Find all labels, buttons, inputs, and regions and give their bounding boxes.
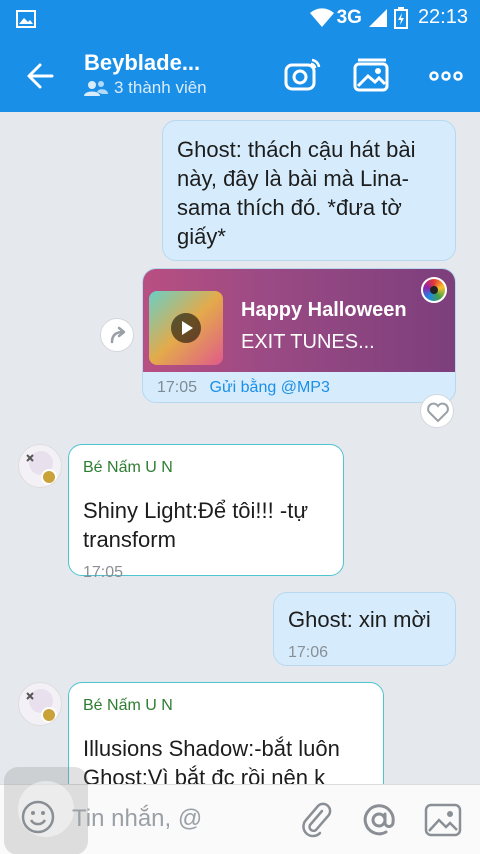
sender-name[interactable]: Bé Nấm U N xyxy=(83,453,329,482)
battery-icon xyxy=(393,6,408,29)
chat-header: Beyblade... 3 thành viên xyxy=(0,38,480,112)
members-icon xyxy=(84,81,108,96)
message-bubble-outgoing[interactable]: Ghost: thách cậu hát bài này, đây là bài… xyxy=(162,120,456,261)
music-share-card[interactable]: Happy Halloween EXIT TUNES... 17:05 Gửi … xyxy=(142,268,456,403)
gallery-icon[interactable] xyxy=(352,56,392,96)
back-arrow-icon[interactable] xyxy=(22,56,62,96)
more-options-icon[interactable] xyxy=(426,56,466,96)
like-button[interactable] xyxy=(420,394,454,428)
message-input[interactable]: Tin nhắn, @ xyxy=(72,805,202,833)
camera-icon[interactable] xyxy=(282,56,322,96)
message-time: 17:05 xyxy=(83,564,124,581)
gallery-notification-icon xyxy=(16,10,36,28)
message-input-bar: Tin nhắn, @ xyxy=(0,767,480,854)
network-type: 3G xyxy=(336,6,362,28)
share-button[interactable] xyxy=(100,318,134,352)
album-art xyxy=(149,291,223,365)
heart-icon xyxy=(427,402,449,423)
message-bubble-outgoing[interactable]: Ghost: xin mời 17:06 xyxy=(273,592,456,666)
avatar-image xyxy=(26,689,57,723)
song-title: Happy Halloween xyxy=(241,299,407,321)
avatar-image xyxy=(26,451,57,485)
message-text: Ghost: xin mời xyxy=(288,607,431,632)
message-time: 17:06 xyxy=(288,644,329,661)
clock: 22:13 xyxy=(417,6,468,28)
member-count-label: 3 thành viên xyxy=(114,78,207,97)
mention-icon[interactable] xyxy=(360,801,398,839)
wifi-icon xyxy=(309,7,334,27)
image-picker-icon[interactable] xyxy=(424,801,462,839)
song-artist: EXIT TUNES... xyxy=(241,331,375,353)
music-disc-icon xyxy=(421,277,447,303)
share-arrow-icon xyxy=(110,326,126,344)
message-list[interactable]: Ghost: thách cậu hát bài này, đây là bài… xyxy=(0,112,480,784)
message-text: Shiny Light:Để tôi!!! -tự transform xyxy=(83,498,309,552)
music-source-link[interactable]: Gửi bằng @MP3 xyxy=(210,379,330,396)
message-text: Illusions Shadow:-bắt luôn Ghost:Vì bắt … xyxy=(83,736,340,784)
music-card-footer: 17:05 Gửi bằng @MP3 xyxy=(157,379,330,397)
status-bar: 3G 22:13 xyxy=(0,0,480,38)
member-count[interactable]: 3 thành viên xyxy=(84,78,207,98)
message-text: Ghost: thách cậu hát bài này, đây là bài… xyxy=(177,137,416,249)
avatar[interactable] xyxy=(18,682,62,726)
sender-name[interactable]: Bé Nấm U N xyxy=(83,691,369,720)
group-title[interactable]: Beyblade... xyxy=(84,50,200,76)
attachment-icon[interactable] xyxy=(298,801,336,839)
play-icon[interactable] xyxy=(171,313,201,343)
emoji-icon xyxy=(21,800,55,834)
avatar[interactable] xyxy=(18,444,62,488)
message-bubble-incoming[interactable]: Bé Nấm U N Shiny Light:Để tôi!!! -tự tra… xyxy=(68,444,344,581)
message-bubble-incoming[interactable]: Bé Nấm U N Illusions Shadow:-bắt luôn Gh… xyxy=(68,682,384,784)
message-time: 17:05 xyxy=(157,379,198,396)
signal-icon xyxy=(368,8,387,27)
